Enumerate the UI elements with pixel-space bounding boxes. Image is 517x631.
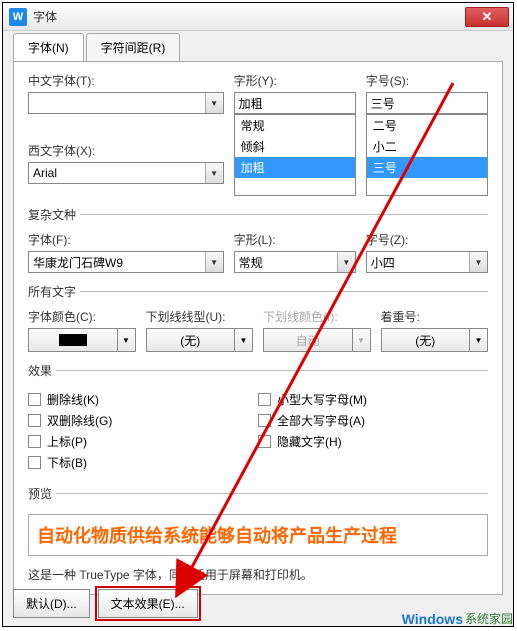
chevron-down-icon[interactable]: ▼ <box>337 252 355 272</box>
check-label: 小型大写字母(M) <box>277 391 367 408</box>
west-font-input[interactable] <box>28 162 224 184</box>
list-item[interactable]: 加粗 <box>235 157 355 178</box>
emphasis-value[interactable]: (无) <box>381 328 471 352</box>
dialog-body: 中文字体(T): ▼ 西文字体(X): ▼ 字形(Y): 常规 倾斜 <box>13 61 503 595</box>
label-emphasis: 着重号: <box>381 308 489 325</box>
cplx-size-combo[interactable]: ▼ <box>366 251 488 273</box>
cn-font-input[interactable] <box>28 92 224 114</box>
default-button[interactable]: 默认(D)... <box>13 589 90 618</box>
underline-style-combo[interactable]: (无) ▼ <box>146 328 254 352</box>
all-text-group: 所有文字 字体颜色(C): ▼ 下划线线型(U): (无) ▼ <box>28 283 488 352</box>
label-underline-style: 下划线线型(U): <box>146 308 254 325</box>
style-input[interactable] <box>234 92 356 114</box>
size-listbox[interactable]: 二号 小二 三号 <box>366 114 488 196</box>
underline-color-value: 自动 <box>263 328 353 352</box>
label-cplx-style: 字形(L): <box>234 231 356 248</box>
legend-complex: 复杂文种 <box>28 206 80 223</box>
label-size: 字号(S): <box>366 72 488 89</box>
titlebar: W 字体 ✕ <box>3 3 513 31</box>
list-item[interactable]: 二号 <box>367 115 487 136</box>
check-label: 双删除线(G) <box>47 412 112 429</box>
app-logo: W <box>9 8 27 26</box>
checkbox-icon <box>258 435 271 448</box>
label-cplx-font: 字体(F): <box>28 231 224 248</box>
checkbox-icon <box>28 435 41 448</box>
list-item[interactable]: 三号 <box>367 157 487 178</box>
style-listbox[interactable]: 常规 倾斜 加粗 <box>234 114 356 196</box>
cplx-font-combo[interactable]: ▼ <box>28 251 224 273</box>
size-input[interactable] <box>366 92 488 114</box>
legend-alltext: 所有文字 <box>28 283 80 300</box>
check-strike[interactable]: 删除线(K) <box>28 391 258 408</box>
checkbox-icon <box>258 393 271 406</box>
cplx-style-combo[interactable]: ▼ <box>234 251 356 273</box>
check-label: 上标(P) <box>47 433 87 450</box>
tab-font[interactable]: 字体(N) <box>13 33 84 61</box>
close-button[interactable]: ✕ <box>465 7 509 27</box>
text-effects-button[interactable]: 文本效果(E)... <box>98 589 198 618</box>
check-dstrike[interactable]: 双删除线(G) <box>28 412 258 429</box>
checkbox-icon <box>28 414 41 427</box>
label-cn-font: 中文字体(T): <box>28 72 224 89</box>
effects-group: 效果 删除线(K) 双删除线(G) 上标(P) 下标(B) 小型大写字母(M) … <box>28 362 488 475</box>
chevron-down-icon[interactable]: ▼ <box>205 252 223 272</box>
check-label: 删除线(K) <box>47 391 99 408</box>
legend-effects: 效果 <box>28 362 56 379</box>
watermark-brand: Windows <box>402 611 463 627</box>
font-color-combo[interactable]: ▼ <box>28 328 136 352</box>
check-sup[interactable]: 上标(P) <box>28 433 258 450</box>
underline-style-value[interactable]: (无) <box>146 328 236 352</box>
chevron-down-icon[interactable]: ▼ <box>470 328 488 352</box>
legend-preview: 预览 <box>28 485 56 502</box>
tabstrip: 字体(N) 字符间距(R) <box>3 31 513 61</box>
label-west-font: 西文字体(X): <box>28 142 224 159</box>
check-sub[interactable]: 下标(B) <box>28 454 258 471</box>
preview-text: 自动化物质供给系统能够自动将产品生产过程 <box>37 522 397 548</box>
chevron-down-icon[interactable]: ▼ <box>205 163 223 183</box>
chevron-down-icon[interactable]: ▼ <box>235 328 253 352</box>
check-smallcaps[interactable]: 小型大写字母(M) <box>258 391 488 408</box>
label-style: 字形(Y): <box>234 72 356 89</box>
emphasis-combo[interactable]: (无) ▼ <box>381 328 489 352</box>
chevron-down-icon[interactable]: ▼ <box>469 252 487 272</box>
check-label: 隐藏文字(H) <box>277 433 342 450</box>
preview-box: 自动化物质供给系统能够自动将产品生产过程 <box>28 514 488 556</box>
list-item[interactable]: 常规 <box>235 115 355 136</box>
watermark: Windows系统家园 <box>402 610 513 627</box>
font-description: 这是一种 TrueType 字体，同时适用于屏幕和打印机。 <box>28 566 488 583</box>
cplx-font-input[interactable] <box>28 251 224 273</box>
checkbox-icon <box>28 456 41 469</box>
check-label: 下标(B) <box>47 454 87 471</box>
tab-spacing[interactable]: 字符间距(R) <box>86 33 181 61</box>
chevron-down-icon[interactable]: ▼ <box>205 93 223 113</box>
label-underline-color: 下划线颜色(I): <box>263 308 371 325</box>
check-allcaps[interactable]: 全部大写字母(A) <box>258 412 488 429</box>
font-dialog: W 字体 ✕ 字体(N) 字符间距(R) 中文字体(T): ▼ 西文字体(X):… <box>2 2 514 627</box>
checkbox-icon <box>28 393 41 406</box>
label-font-color: 字体颜色(C): <box>28 308 136 325</box>
check-hidden[interactable]: 隐藏文字(H) <box>258 433 488 450</box>
chevron-down-icon[interactable]: ▼ <box>118 328 136 352</box>
watermark-sub: 系统家园 <box>465 610 513 627</box>
check-label: 全部大写字母(A) <box>277 412 365 429</box>
list-item[interactable]: 倾斜 <box>235 136 355 157</box>
west-font-combo[interactable]: ▼ <box>28 162 224 184</box>
underline-color-combo: 自动 ▼ <box>263 328 371 352</box>
complex-scripts-group: 复杂文种 字体(F): ▼ 字形(L): ▼ 字 <box>28 206 488 273</box>
list-item[interactable]: 小二 <box>367 136 487 157</box>
preview-group: 预览 自动化物质供给系统能够自动将产品生产过程 这是一种 TrueType 字体… <box>28 485 488 583</box>
window-title: 字体 <box>33 8 465 25</box>
checkbox-icon <box>258 414 271 427</box>
label-cplx-size: 字号(Z): <box>366 231 488 248</box>
chevron-down-icon: ▼ <box>353 328 371 352</box>
font-color-swatch[interactable] <box>28 328 118 352</box>
cn-font-combo[interactable]: ▼ <box>28 92 224 114</box>
